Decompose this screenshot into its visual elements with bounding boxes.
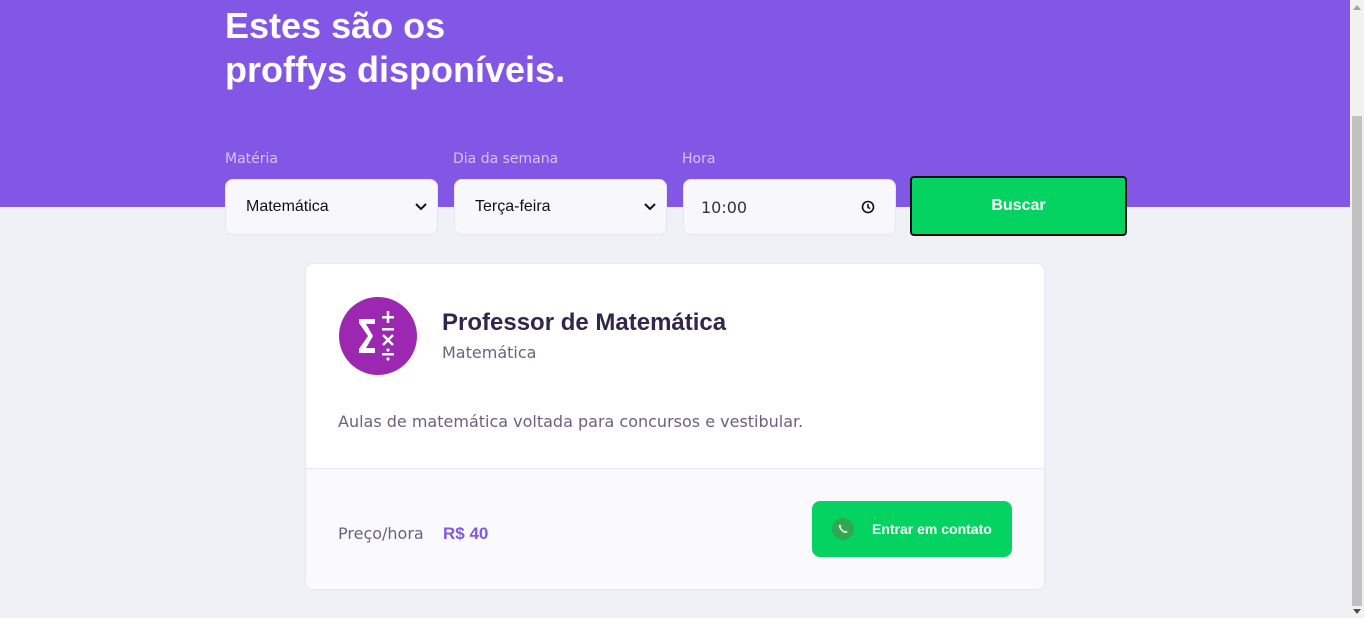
whatsapp-icon — [832, 518, 854, 540]
price-label: Preço/hora — [338, 524, 424, 543]
page-title-line-1: Estes são os — [225, 5, 446, 46]
teacher-subject: Matemática — [442, 343, 537, 362]
teacher-bio: Aulas de matemática voltada para concurs… — [338, 412, 804, 431]
subject-select[interactable]: Matemática — [225, 179, 438, 235]
weekday-label: Dia da semana — [453, 151, 559, 167]
weekday-select-value: Terça-feira — [475, 198, 551, 215]
subject-label: Matéria — [225, 151, 278, 167]
contact-button-label: Entrar em contato — [872, 521, 992, 537]
search-button[interactable]: Buscar — [910, 176, 1127, 236]
page-header — [0, 0, 1350, 207]
page-title: Estes são os proffys disponíveis. — [225, 4, 565, 92]
scroll-down-icon[interactable] — [1350, 604, 1364, 618]
weekday-select[interactable]: Terça-feira — [454, 179, 667, 235]
time-label: Hora — [682, 151, 716, 167]
teacher-card: Professor de Matemática Matemática Aulas… — [305, 263, 1045, 590]
page-title-line-2: proffys disponíveis. — [225, 49, 566, 90]
clock-icon[interactable] — [861, 200, 875, 214]
card-footer: Preço/hora R$ 40 Entrar em contato — [306, 468, 1044, 589]
time-input[interactable]: 10:00 — [683, 179, 896, 235]
scroll-up-icon[interactable] — [1350, 0, 1364, 14]
contact-button[interactable]: Entrar em contato — [812, 501, 1012, 557]
scrollbar[interactable] — [1350, 0, 1364, 618]
subject-select-value: Matemática — [246, 198, 329, 215]
avatar — [339, 297, 417, 375]
chevron-down-icon — [415, 203, 427, 211]
scrollbar-thumb[interactable] — [1352, 116, 1362, 606]
teacher-name: Professor de Matemática — [442, 309, 727, 336]
time-input-value: 10:00 — [701, 197, 748, 217]
chevron-down-icon — [644, 203, 656, 211]
math-operators-icon — [359, 311, 394, 361]
price-value: R$ 40 — [443, 524, 489, 543]
